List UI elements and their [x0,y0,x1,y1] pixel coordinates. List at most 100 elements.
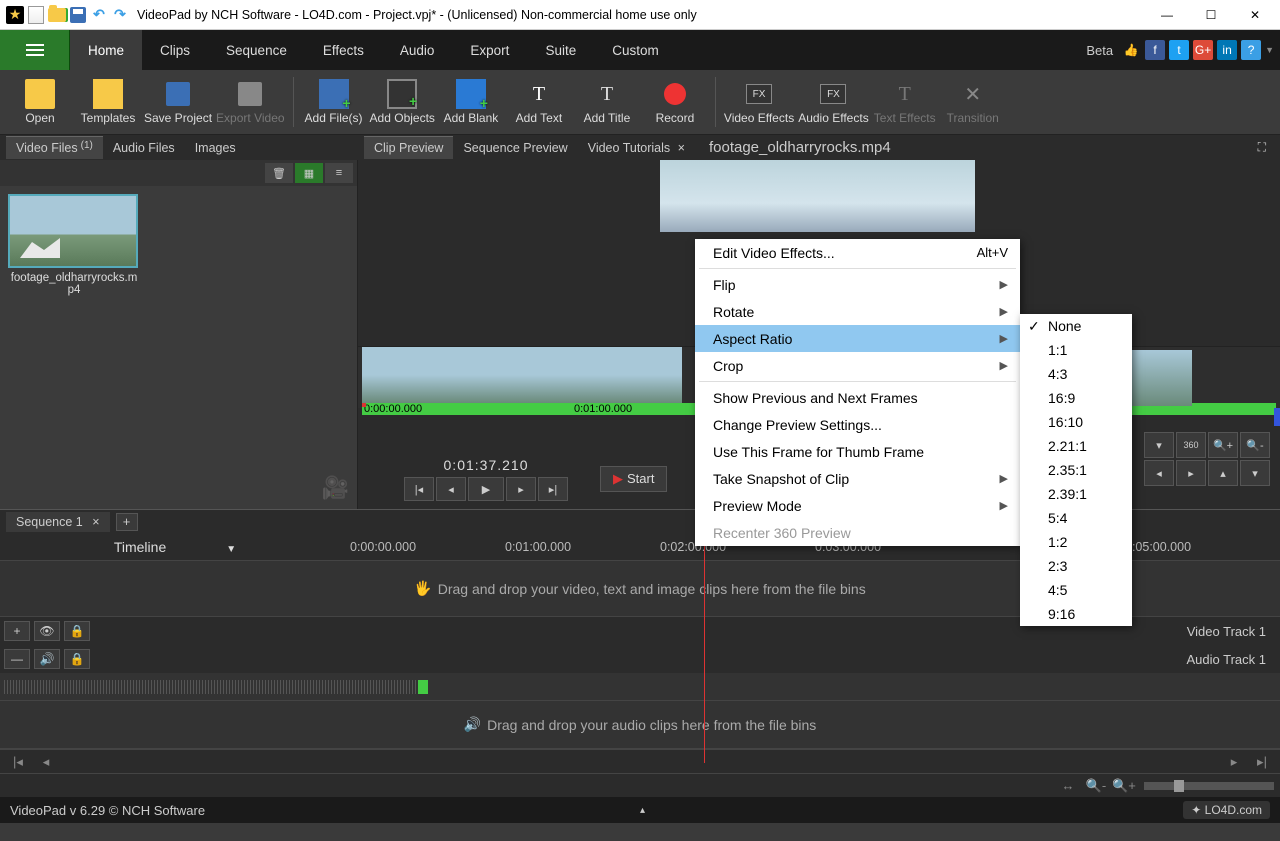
zoom-slider[interactable] [1144,782,1274,790]
track-lock-icon[interactable]: 🔒 [64,649,90,669]
zoom-in-icon[interactable]: 🔍+ [1112,777,1136,795]
add-track-button[interactable]: + [4,621,30,641]
aspect-1-2[interactable]: 1:2 [1020,530,1132,554]
start-button[interactable]: ▶Start [600,466,667,492]
bin-delete-icon[interactable]: 🗑 [265,163,293,183]
video-effects-button[interactable]: FXVideo Effects [724,72,794,132]
tab-custom[interactable]: Custom [594,30,677,70]
add-objects-button[interactable]: Add Objects [370,72,435,132]
ctx-snapshot[interactable]: Take Snapshot of Clip▶ [695,465,1020,492]
sequence-tab-1[interactable]: Sequence 1 × [6,512,110,532]
tab-suite[interactable]: Suite [527,30,594,70]
tab-export[interactable]: Export [452,30,527,70]
scroll-start-icon[interactable]: |◂ [6,753,30,771]
pan-down-icon[interactable]: ▾ [1240,460,1270,486]
zoom-toggle-icon[interactable]: ▾ [1144,432,1174,458]
add-sequence-button[interactable]: + [116,513,138,531]
add-blank-button[interactable]: Add Blank [439,72,503,132]
tab-home[interactable]: Home [70,30,142,70]
strip-thumb[interactable] [522,347,682,403]
like-icon[interactable]: 👍 [1121,40,1141,60]
export-video-button[interactable]: Export Video [216,72,285,132]
tab-clips[interactable]: Clips [142,30,208,70]
strip-thumb-right[interactable] [1132,350,1192,406]
aspect-239-1[interactable]: 2.39:1 [1020,482,1132,506]
bin-tab-images[interactable]: Images [185,137,246,159]
bin-tab-audio[interactable]: Audio Files [103,137,185,159]
statusbar-expand-icon[interactable]: ▴ [640,805,645,816]
track-lock-icon[interactable]: 🔒 [64,621,90,641]
ctx-rotate[interactable]: Rotate▶ [695,298,1020,325]
text-effects-button[interactable]: TText Effects [873,72,937,132]
aspect-9-16[interactable]: 9:16 [1020,602,1132,626]
aspect-2-3[interactable]: 2:3 [1020,554,1132,578]
360-icon[interactable]: 360 [1176,432,1206,458]
aspect-none[interactable]: None [1020,314,1132,338]
googleplus-icon[interactable]: G+ [1193,40,1213,60]
aspect-16-9[interactable]: 16:9 [1020,386,1132,410]
close-button[interactable]: ✕ [1242,8,1268,22]
help-dropdown-icon[interactable]: ▼ [1265,45,1274,55]
timeline-playhead[interactable] [704,533,705,763]
linkedin-icon[interactable]: in [1217,40,1237,60]
new-doc-icon[interactable] [27,6,45,24]
clip-thumbnail[interactable] [8,194,138,268]
prev-frame-button[interactable]: |◂ [404,477,434,501]
help-icon[interactable]: ? [1241,40,1261,60]
undo-icon[interactable]: ↶ [90,6,108,24]
open-folder-icon[interactable] [48,6,66,24]
add-files-button[interactable]: Add File(s) [302,72,366,132]
tab-effects[interactable]: Effects [305,30,382,70]
ctx-edit-video-effects[interactable]: Edit Video Effects...Alt+V [695,239,1020,266]
facebook-icon[interactable]: f [1145,40,1165,60]
preview-tab-tutorials[interactable]: Video Tutorials × [578,137,695,159]
aspect-221-1[interactable]: 2.21:1 [1020,434,1132,458]
track-visible-icon[interactable]: 👁 [34,621,60,641]
bin-tab-video[interactable]: Video Files(1) [6,136,103,159]
next-frame-button[interactable]: ▸| [538,477,568,501]
aspect-5-4[interactable]: 5:4 [1020,506,1132,530]
redo-icon[interactable]: ↷ [111,6,129,24]
audio-effects-button[interactable]: FXAudio Effects [798,72,869,132]
ctx-crop[interactable]: Crop▶ [695,352,1020,379]
record-button[interactable]: Record [643,72,707,132]
minimize-button[interactable]: — [1154,8,1180,22]
scroll-right-icon[interactable]: ▸ [1222,753,1246,771]
tab-sequence[interactable]: Sequence [208,30,305,70]
close-seq-icon[interactable]: × [92,515,99,529]
save-project-button[interactable]: Save Project [144,72,212,132]
bin-thumbview-icon[interactable]: ▦ [295,163,323,183]
zoom-fit-icon[interactable]: ↔ [1056,777,1080,795]
ctx-preview-settings[interactable]: Change Preview Settings... [695,411,1020,438]
ctx-thumb-frame[interactable]: Use This Frame for Thumb Frame [695,438,1020,465]
track-mute-icon[interactable]: 🔊 [34,649,60,669]
tab-audio[interactable]: Audio [382,30,453,70]
pan-right-icon[interactable]: ▸ [1176,460,1206,486]
remove-track-button[interactable]: — [4,649,30,669]
add-text-button[interactable]: TAdd Text [507,72,571,132]
bin-listview-icon[interactable]: ≡ [325,163,353,183]
zoom-out-icon[interactable]: 🔍- [1240,432,1270,458]
camera-icon[interactable]: 🎥 [314,467,357,509]
aspect-235-1[interactable]: 2.35:1 [1020,458,1132,482]
close-tab-icon[interactable]: × [678,141,685,155]
audio-track-drop[interactable]: 🔊Drag and drop your audio clips here fro… [0,701,1280,749]
hamburger-menu[interactable] [0,30,70,70]
aspect-1-1[interactable]: 1:1 [1020,338,1132,362]
ctx-show-prev-next[interactable]: Show Previous and Next Frames [695,384,1020,411]
ctx-flip[interactable]: Flip▶ [695,271,1020,298]
preview-tab-clip[interactable]: Clip Preview [364,136,453,159]
templates-button[interactable]: Templates [76,72,140,132]
aspect-4-5[interactable]: 4:5 [1020,578,1132,602]
pan-left-icon[interactable]: ◂ [1144,460,1174,486]
audio-waveform-row[interactable] [0,673,1280,701]
maximize-button[interactable]: ☐ [1198,8,1224,22]
aspect-16-10[interactable]: 16:10 [1020,410,1132,434]
aspect-4-3[interactable]: 4:3 [1020,362,1132,386]
zoom-in-icon[interactable]: 🔍+ [1208,432,1238,458]
strip-end-marker[interactable] [1274,408,1280,426]
bin-content[interactable]: footage_oldharryrocks.mp4 [0,186,357,509]
strip-thumb[interactable] [362,347,522,403]
timeline-dropdown-icon[interactable]: ▼ [226,544,236,555]
transition-button[interactable]: ✕Transition [941,72,1005,132]
